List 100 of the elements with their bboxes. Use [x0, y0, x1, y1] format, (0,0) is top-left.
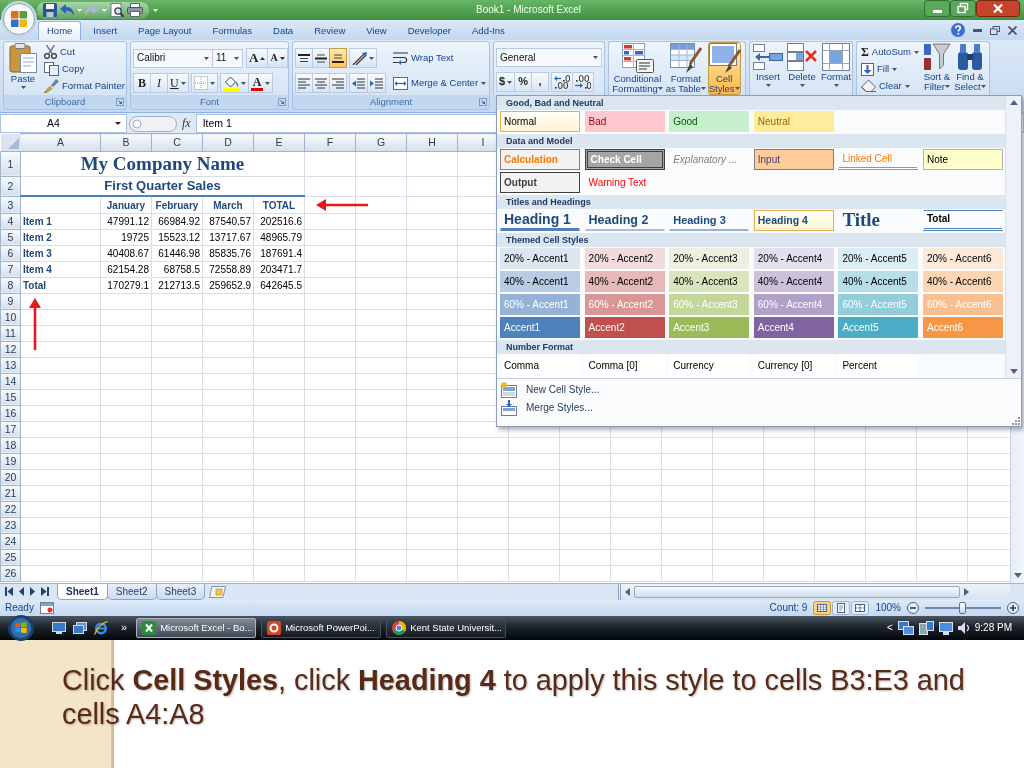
minimize-icon[interactable] — [973, 28, 982, 32]
number-format-field[interactable]: General — [496, 48, 602, 67]
column-header[interactable]: F — [304, 133, 356, 151]
web-browser-icon[interactable] — [94, 621, 108, 635]
taskbar-button[interactable]: Kent State Universit... — [386, 618, 507, 638]
splitter-handle-icon[interactable] — [129, 115, 177, 132]
clock-text[interactable]: 9:28 PM — [974, 622, 1012, 634]
align-center-button[interactable] — [312, 73, 330, 93]
zoom-out-icon[interactable] — [907, 602, 919, 614]
sort-filter-button[interactable]: Sort & Filter — [920, 42, 953, 95]
zoom-in-icon[interactable] — [1007, 602, 1019, 614]
last-sheet-icon[interactable] — [41, 587, 49, 596]
ribbon-tab[interactable]: Add-Ins — [463, 21, 514, 40]
taskbar-button[interactable]: Microsoft PowerPoi... — [261, 618, 382, 638]
scroll-right-icon[interactable] — [964, 588, 969, 596]
print-preview-icon[interactable] — [110, 3, 124, 17]
page-layout-view-icon[interactable] — [832, 601, 851, 615]
vertical-align-button[interactable] — [295, 48, 313, 68]
format-cells-button[interactable]: Format — [820, 42, 852, 95]
bold-button[interactable]: B — [133, 73, 151, 93]
speaker-icon[interactable] — [957, 622, 970, 634]
cell-style-option[interactable]: Accent2 — [584, 317, 665, 338]
cell-style-option[interactable]: 40% - Accent1 — [500, 271, 580, 292]
minimize-icon[interactable] — [924, 0, 950, 17]
start-orb-icon[interactable] — [8, 615, 34, 641]
increase-indent-button[interactable] — [367, 73, 386, 93]
scroll-down-icon[interactable] — [1009, 369, 1018, 374]
device-icon[interactable] — [918, 621, 934, 635]
overflow-chevron[interactable]: » — [121, 621, 128, 635]
cell-style-option[interactable]: Note — [922, 149, 1003, 170]
format-as-table-button[interactable]: Format as Table — [664, 42, 708, 95]
scrollbar-thumb[interactable] — [634, 586, 960, 598]
copy-button[interactable]: Copy — [42, 61, 127, 77]
close-icon[interactable] — [976, 0, 1020, 17]
save-icon[interactable] — [43, 3, 57, 17]
scroll-down-icon[interactable] — [1013, 573, 1022, 578]
cell-style-option[interactable]: 40% - Accent3 — [669, 271, 750, 292]
dialog-launcher-icon[interactable] — [278, 98, 286, 106]
function-symbol[interactable]: fx — [179, 116, 194, 131]
next-sheet-icon[interactable] — [30, 587, 35, 596]
previous-sheet-icon[interactable] — [19, 587, 24, 596]
clear-button[interactable]: Clear — [859, 78, 921, 94]
cell-style-option[interactable]: Normal — [500, 111, 580, 132]
cell-style-option[interactable]: Bad — [584, 111, 665, 132]
cell-style-option[interactable]: Heading 4 — [753, 210, 834, 231]
cell-style-option[interactable]: Input — [753, 149, 834, 170]
cell-style-option[interactable]: Heading 3 — [669, 210, 750, 231]
percent-button[interactable]: % — [514, 72, 533, 92]
cell-style-option[interactable]: Comma [0] — [584, 355, 665, 376]
dialog-launcher-icon[interactable] — [116, 98, 124, 106]
record-macro-icon[interactable] — [39, 602, 54, 614]
vertical-align-button[interactable] — [312, 48, 330, 68]
increase-decimal-button[interactable] — [551, 72, 574, 92]
autosum-button[interactable]: Σ AutoSum — [859, 44, 921, 60]
cell-style-option[interactable]: Currency — [669, 355, 750, 376]
column-header[interactable]: D — [202, 133, 254, 151]
column-header[interactable]: G — [355, 133, 407, 151]
monitor-icon[interactable] — [938, 621, 953, 635]
cell-style-option[interactable]: 40% - Accent6 — [922, 271, 1003, 292]
conditional-formatting-button[interactable]: Conditional Formatting — [611, 42, 664, 95]
menu-item[interactable]: Merge Styles... — [497, 399, 1021, 417]
row-header[interactable]: 2 — [0, 176, 21, 196]
column-header[interactable]: A — [20, 133, 101, 151]
cell-style-option[interactable]: Heading 2 — [584, 210, 665, 231]
align-right-button[interactable] — [329, 73, 347, 93]
shrink-font-button[interactable]: A — [267, 48, 288, 68]
printer-icon[interactable] — [127, 3, 143, 17]
scroll-up-icon[interactable] — [1009, 100, 1018, 105]
show-desktop-icon[interactable] — [52, 622, 66, 634]
cell-style-option[interactable]: 40% - Accent4 — [753, 271, 834, 292]
cell-style-option[interactable]: 20% - Accent4 — [753, 248, 834, 269]
ribbon-tab[interactable]: View — [357, 21, 396, 40]
vertical-align-button[interactable] — [329, 48, 347, 68]
scroll-left-icon[interactable] — [625, 588, 630, 596]
column-header[interactable]: H — [406, 133, 458, 151]
ribbon-tab[interactable]: Home — [38, 21, 82, 40]
resize-grip-icon[interactable] — [1012, 417, 1020, 425]
grow-font-button[interactable]: A — [246, 48, 269, 68]
help-icon[interactable] — [951, 23, 965, 37]
merge-center-button[interactable]: Merge & Center — [391, 75, 489, 91]
underline-button[interactable]: U — [167, 73, 189, 93]
comma-style-button[interactable]: , — [531, 72, 550, 92]
sheet-tab[interactable]: Sheet2 — [106, 584, 157, 600]
cell-style-option[interactable]: Currency [0] — [753, 355, 834, 376]
column-header[interactable]: E — [253, 133, 305, 151]
row-header[interactable]: 1 — [0, 151, 21, 176]
taskbar-button[interactable]: Microsoft Excel - Bo... — [136, 618, 257, 638]
delete-cells-button[interactable]: Delete — [786, 42, 818, 95]
cell-style-option[interactable]: Title — [838, 210, 919, 231]
sheet-tab[interactable]: Sheet3 — [155, 584, 206, 600]
orientation-button[interactable] — [349, 48, 377, 68]
restore-icon[interactable] — [950, 0, 976, 17]
slider-thumb[interactable] — [959, 602, 966, 614]
cell-style-option[interactable]: 20% - Accent6 — [922, 248, 1003, 269]
cell-style-option[interactable]: Accent1 — [500, 317, 580, 338]
gallery-scrollbar[interactable] — [1005, 96, 1021, 378]
cell-style-option[interactable]: 40% - Accent2 — [584, 271, 665, 292]
name-box[interactable]: A4 — [0, 114, 127, 133]
column-header[interactable]: B — [100, 133, 152, 151]
dialog-launcher-icon[interactable] — [479, 98, 487, 106]
